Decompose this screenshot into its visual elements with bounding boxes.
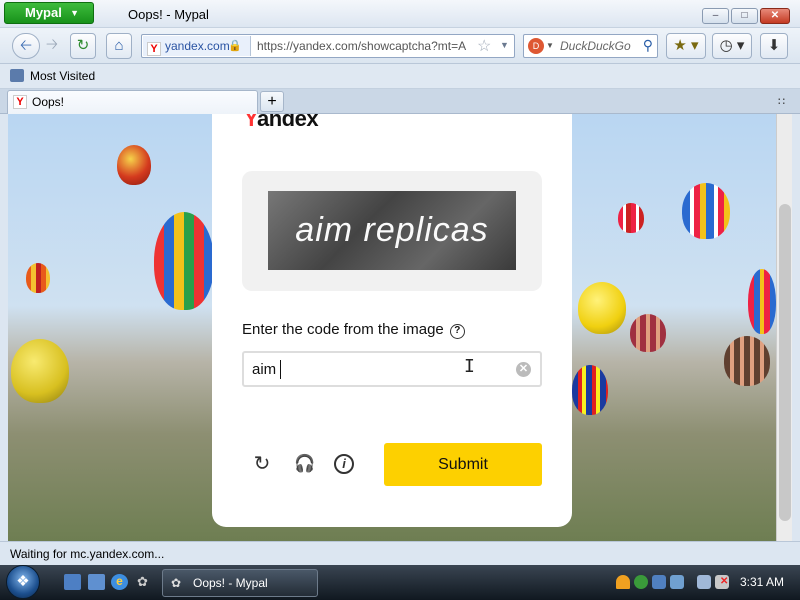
- window-frame-left: [0, 114, 8, 541]
- tab-oops[interactable]: Y Oops!: [7, 90, 258, 114]
- balloon-image: [630, 314, 666, 352]
- search-input[interactable]: DuckDuckGo: [560, 39, 631, 53]
- audio-captcha-icon[interactable]: 🎧: [293, 452, 317, 476]
- status-bar: Waiting for mc.yandex.com...: [0, 541, 800, 565]
- search-icon[interactable]: ⚲: [643, 37, 653, 54]
- status-text: Waiting for mc.yandex.com...: [10, 547, 165, 561]
- balloon-image: [154, 212, 214, 310]
- url-text[interactable]: https://yandex.com/showcaptcha?mt=A: [257, 39, 472, 53]
- site-identity-button[interactable]: Yyandex.com 🔒: [143, 36, 251, 56]
- app-tray-icon[interactable]: [670, 575, 684, 589]
- taskbar: ❖ e ✿ ✿ Oops! - Mypal 3:31 AM: [0, 565, 800, 600]
- balloon-image: [572, 365, 608, 415]
- submit-button[interactable]: Submit: [384, 443, 542, 486]
- app-tray-icon[interactable]: [652, 575, 666, 589]
- balloon-image: [117, 145, 151, 185]
- balloon-image: [618, 203, 644, 233]
- page-content: Yandex aim replicas Enter the code from …: [8, 114, 776, 541]
- tab-label: Oops!: [32, 95, 65, 109]
- history-button[interactable]: ◷ ▾: [712, 33, 752, 59]
- scrollbar-thumb[interactable]: [779, 204, 791, 521]
- forward-button[interactable]: 🡢: [40, 33, 64, 59]
- site-identity-label: yandex.com: [165, 39, 230, 53]
- home-button[interactable]: ⌂: [106, 33, 132, 59]
- yandex-favicon-icon: Y: [13, 95, 27, 109]
- tab-groups-icon[interactable]: ∷: [778, 95, 785, 108]
- bookmark-label: Most Visited: [30, 69, 96, 83]
- title-bar: Mypal ▼ Oops! - Mypal – □ ✕: [0, 0, 800, 28]
- window-title: Oops! - Mypal: [128, 7, 209, 22]
- window-frame-right: [792, 114, 800, 541]
- bookmarks-toolbar: Most Visited: [0, 64, 800, 89]
- balloon-image: [748, 269, 776, 334]
- app-menu-button[interactable]: Mypal ▼: [4, 2, 94, 24]
- downloads-button[interactable]: ⬇: [760, 33, 788, 59]
- captcha-code-input[interactable]: [242, 351, 542, 387]
- reload-button[interactable]: ↻: [70, 33, 96, 59]
- tab-bar: Y Oops! + ∷: [0, 89, 800, 114]
- navigation-toolbar: 🡠 🡢 ↻ ⌂ Yyandex.com 🔒 https://yandex.com…: [0, 28, 800, 64]
- search-bar[interactable]: D ▼ DuckDuckGo ⚲: [523, 34, 658, 58]
- maximize-button[interactable]: □: [731, 8, 758, 24]
- switch-windows-icon[interactable]: [88, 574, 105, 590]
- code-label-text: Enter the code from the image: [242, 321, 444, 338]
- code-field-label: Enter the code from the image?: [242, 321, 465, 339]
- balloon-image: [11, 339, 69, 403]
- app-menu-label: Mypal: [25, 5, 62, 20]
- system-clock[interactable]: 3:31 AM: [740, 575, 784, 589]
- balloon-image: [724, 336, 770, 386]
- duckduckgo-icon[interactable]: D: [528, 38, 544, 54]
- close-button[interactable]: ✕: [760, 8, 790, 24]
- clear-input-icon[interactable]: ✕: [516, 362, 531, 377]
- vertical-scrollbar[interactable]: [776, 114, 792, 541]
- yandex-favicon-icon: Y: [147, 42, 161, 56]
- back-button[interactable]: 🡠: [12, 33, 40, 59]
- yandex-logo-text: andex: [256, 114, 319, 131]
- info-icon[interactable]: i: [334, 454, 354, 474]
- mypal-icon: ✿: [171, 576, 182, 590]
- search-engine-dropdown-icon[interactable]: ▼: [546, 41, 554, 50]
- show-desktop-icon[interactable]: [64, 574, 81, 590]
- mypal-icon[interactable]: ✿: [134, 574, 151, 590]
- start-button[interactable]: ❖: [6, 565, 40, 599]
- balloon-image: [578, 282, 626, 334]
- bookmark-most-visited[interactable]: Most Visited: [10, 69, 95, 83]
- chevron-down-icon: ▼: [70, 8, 79, 18]
- volume-muted-icon[interactable]: [715, 575, 729, 589]
- yandex-logo-y: Y: [244, 114, 257, 131]
- bookmarks-menu-button[interactable]: ★ ▾: [666, 33, 706, 59]
- captcha-card: Yandex aim replicas Enter the code from …: [212, 114, 572, 527]
- minimize-button[interactable]: –: [702, 8, 729, 24]
- captcha-image-frame: aim replicas: [242, 171, 542, 291]
- folder-icon: [10, 69, 24, 82]
- taskbar-item-label: Oops! - Mypal: [193, 576, 268, 590]
- lock-icon: 🔒: [228, 40, 242, 52]
- balloon-image: [26, 263, 50, 293]
- help-icon[interactable]: ?: [449, 324, 465, 339]
- update-tray-icon[interactable]: [634, 575, 648, 589]
- ibeam-cursor-icon: I: [464, 356, 475, 377]
- yandex-logo: Yandex: [244, 114, 319, 132]
- internet-explorer-icon[interactable]: e: [111, 574, 128, 590]
- taskbar-item-mypal[interactable]: ✿ Oops! - Mypal: [162, 569, 318, 597]
- url-dropdown-icon[interactable]: ▼: [500, 40, 509, 50]
- new-tab-button[interactable]: +: [260, 91, 284, 112]
- network-icon[interactable]: [697, 575, 711, 589]
- refresh-captcha-icon[interactable]: ↻: [250, 452, 274, 476]
- security-tray-icon[interactable]: [616, 575, 630, 589]
- bookmark-star-icon[interactable]: ☆: [477, 36, 491, 56]
- text-caret: [280, 360, 281, 379]
- captcha-image: aim replicas: [268, 191, 516, 270]
- balloon-image: [682, 183, 730, 239]
- url-bar[interactable]: Yyandex.com 🔒 https://yandex.com/showcap…: [141, 34, 515, 58]
